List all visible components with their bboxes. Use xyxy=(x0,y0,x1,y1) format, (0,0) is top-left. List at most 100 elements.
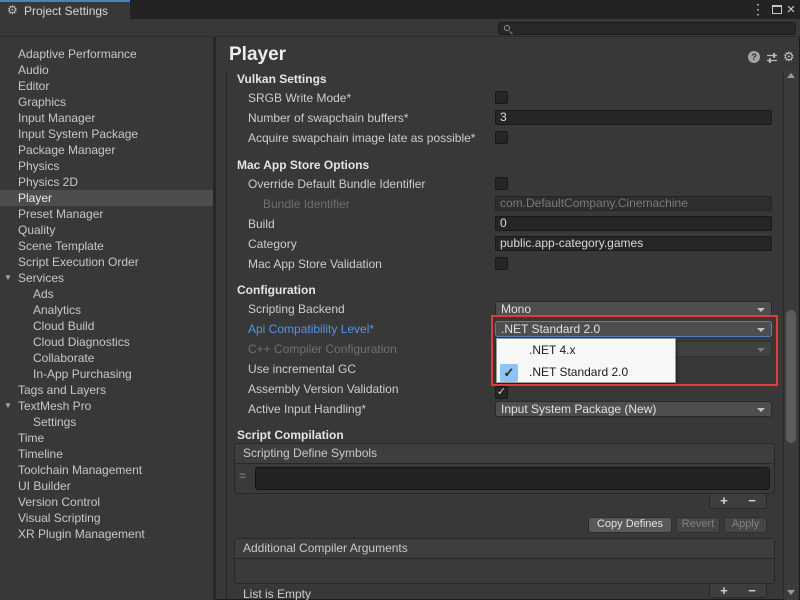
sidebar-item-player[interactable]: Player xyxy=(0,190,213,206)
defines-list-footer: + − xyxy=(709,494,767,509)
scroll-down-icon[interactable] xyxy=(787,590,795,595)
sidebar-item-adaptive-performance[interactable]: Adaptive Performance xyxy=(0,46,213,62)
section-script-compilation: Script Compilation xyxy=(237,429,344,442)
acquire-swapchain-checkbox[interactable] xyxy=(495,131,508,144)
api-compatibility-dropdown[interactable]: .NET Standard 2.0 xyxy=(495,321,772,337)
acquire-swapchain-label: Acquire swapchain image late as possible… xyxy=(248,132,475,145)
sidebar-item-xr-plugin-management[interactable]: XR Plugin Management xyxy=(0,526,213,542)
maximize-icon[interactable] xyxy=(772,5,782,14)
arguments-list-footer: + − xyxy=(709,584,767,598)
sidebar-divider xyxy=(213,37,216,600)
sidebar-item-timeline[interactable]: Timeline xyxy=(0,446,213,462)
sidebar-item-textmesh-pro[interactable]: ▼TextMesh Pro xyxy=(0,398,213,414)
section-vulkan-settings: Vulkan Settings xyxy=(237,73,327,86)
category-field[interactable]: public.app-category.games xyxy=(495,236,772,251)
category-label: Category xyxy=(248,238,297,251)
build-field[interactable]: 0 xyxy=(495,216,772,231)
sidebar-item-collaborate[interactable]: Collaborate xyxy=(0,350,213,366)
sidebar-item-graphics[interactable]: Graphics xyxy=(0,94,213,110)
scripting-define-symbols-header: Scripting Define Symbols xyxy=(235,444,774,464)
sidebar-item-version-control[interactable]: Version Control xyxy=(0,494,213,510)
drag-handle-icon[interactable]: = xyxy=(239,469,246,483)
bundle-identifier-label: Bundle Identifier xyxy=(263,198,350,211)
scrollbar-thumb[interactable] xyxy=(786,310,796,443)
content-left-border xyxy=(226,70,227,600)
sidebar-item-analytics[interactable]: Analytics xyxy=(0,302,213,318)
sidebar-item-preset-manager[interactable]: Preset Manager xyxy=(0,206,213,222)
remove-button[interactable]: − xyxy=(748,495,756,507)
remove-button[interactable]: − xyxy=(748,585,756,597)
settings-category-list: Adaptive Performance Audio Editor Graphi… xyxy=(0,37,213,600)
sidebar-item-audio[interactable]: Audio xyxy=(0,62,213,78)
sidebar-item-cloud-build[interactable]: Cloud Build xyxy=(0,318,213,334)
mac-validation-checkbox[interactable] xyxy=(495,257,508,270)
popup-item-net4x[interactable]: .NET 4.x xyxy=(497,339,675,361)
additional-compiler-arguments-box: Additional Compiler Arguments List is Em… xyxy=(234,538,775,584)
sidebar-item-physics-2d[interactable]: Physics 2D xyxy=(0,174,213,190)
popup-item-net-standard[interactable]: ✓.NET Standard 2.0 xyxy=(497,361,675,383)
foldout-icon[interactable]: ▼ xyxy=(4,270,12,286)
define-symbol-field[interactable] xyxy=(255,467,770,490)
section-mac-app-store: Mac App Store Options xyxy=(237,159,369,172)
build-label: Build xyxy=(248,218,275,231)
list-empty-label: List is Empty xyxy=(243,588,782,600)
sidebar-item-ads[interactable]: Ads xyxy=(0,286,213,302)
scripting-backend-label: Scripting Backend xyxy=(248,303,345,316)
section-configuration: Configuration xyxy=(237,284,316,297)
sidebar-item-tmp-settings[interactable]: Settings xyxy=(0,414,213,430)
gear-icon[interactable]: ⚙ xyxy=(783,49,795,65)
additional-compiler-arguments-header: Additional Compiler Arguments xyxy=(235,539,774,559)
override-bundle-label: Override Default Bundle Identifier xyxy=(248,178,425,191)
apply-button[interactable]: Apply xyxy=(724,517,767,533)
revert-button[interactable]: Revert xyxy=(676,517,720,533)
sidebar-item-services[interactable]: ▼Services xyxy=(0,270,213,286)
toolbar xyxy=(0,19,800,37)
sidebar-item-script-execution-order[interactable]: Script Execution Order xyxy=(0,254,213,270)
active-input-dropdown[interactable]: Input System Package (New) xyxy=(495,401,772,417)
window-menu-icon[interactable]: ⋮ xyxy=(751,1,765,18)
sidebar-item-package-manager[interactable]: Package Manager xyxy=(0,142,213,158)
add-button[interactable]: + xyxy=(720,585,728,597)
sidebar-item-cloud-diagnostics[interactable]: Cloud Diagnostics xyxy=(0,334,213,350)
swapchain-buffers-label: Number of swapchain buffers* xyxy=(248,112,409,125)
override-bundle-checkbox[interactable] xyxy=(495,177,508,190)
assembly-validation-checkbox[interactable]: ✓ xyxy=(495,386,508,399)
search-box[interactable] xyxy=(498,22,796,35)
copy-defines-button[interactable]: Copy Defines xyxy=(588,517,672,533)
sidebar-item-physics[interactable]: Physics xyxy=(0,158,213,174)
active-input-label: Active Input Handling* xyxy=(248,403,366,416)
scroll-up-icon[interactable] xyxy=(787,73,795,78)
help-icon[interactable]: ? xyxy=(748,51,760,63)
sidebar-item-quality[interactable]: Quality xyxy=(0,222,213,238)
titlebar: ⚙ Project Settings ⋮ × xyxy=(0,0,800,19)
bundle-identifier-field: com.DefaultCompany.Cinemachine xyxy=(495,196,772,211)
cpp-compiler-label: C++ Compiler Configuration xyxy=(248,343,397,356)
presets-icon[interactable] xyxy=(766,51,778,69)
assembly-validation-label: Assembly Version Validation xyxy=(248,383,399,396)
sidebar-item-input-manager[interactable]: Input Manager xyxy=(0,110,213,126)
sidebar-item-in-app-purchasing[interactable]: In-App Purchasing xyxy=(0,366,213,382)
sidebar-item-tags-and-layers[interactable]: Tags and Layers xyxy=(0,382,213,398)
scripting-backend-dropdown[interactable]: Mono xyxy=(495,301,772,317)
sidebar-item-scene-template[interactable]: Scene Template xyxy=(0,238,213,254)
checkmark-icon: ✓ xyxy=(500,364,518,382)
close-icon[interactable]: × xyxy=(784,1,798,18)
swapchain-buffers-field[interactable]: 3 xyxy=(495,110,772,125)
mac-validation-label: Mac App Store Validation xyxy=(248,258,382,271)
project-settings-window: ⚙ Project Settings ⋮ × Adaptive Performa… xyxy=(0,0,800,600)
tab-project-settings[interactable]: ⚙ Project Settings xyxy=(0,0,130,19)
api-compatibility-label: Api Compatibility Level* xyxy=(248,323,374,336)
sidebar-item-editor[interactable]: Editor xyxy=(0,78,213,94)
sidebar-item-time[interactable]: Time xyxy=(0,430,213,446)
sidebar-item-visual-scripting[interactable]: Visual Scripting xyxy=(0,510,213,526)
tab-title: Project Settings xyxy=(24,4,108,19)
sidebar-item-input-system-package[interactable]: Input System Package xyxy=(0,126,213,142)
srgb-write-mode-label: SRGB Write Mode* xyxy=(248,92,351,105)
sidebar-item-ui-builder[interactable]: UI Builder xyxy=(0,478,213,494)
srgb-write-mode-checkbox[interactable] xyxy=(495,91,508,104)
gear-icon: ⚙ xyxy=(7,3,18,18)
sidebar-item-toolchain-management[interactable]: Toolchain Management xyxy=(0,462,213,478)
search-input[interactable] xyxy=(515,23,793,34)
foldout-icon[interactable]: ▼ xyxy=(4,398,12,414)
add-button[interactable]: + xyxy=(720,495,728,507)
